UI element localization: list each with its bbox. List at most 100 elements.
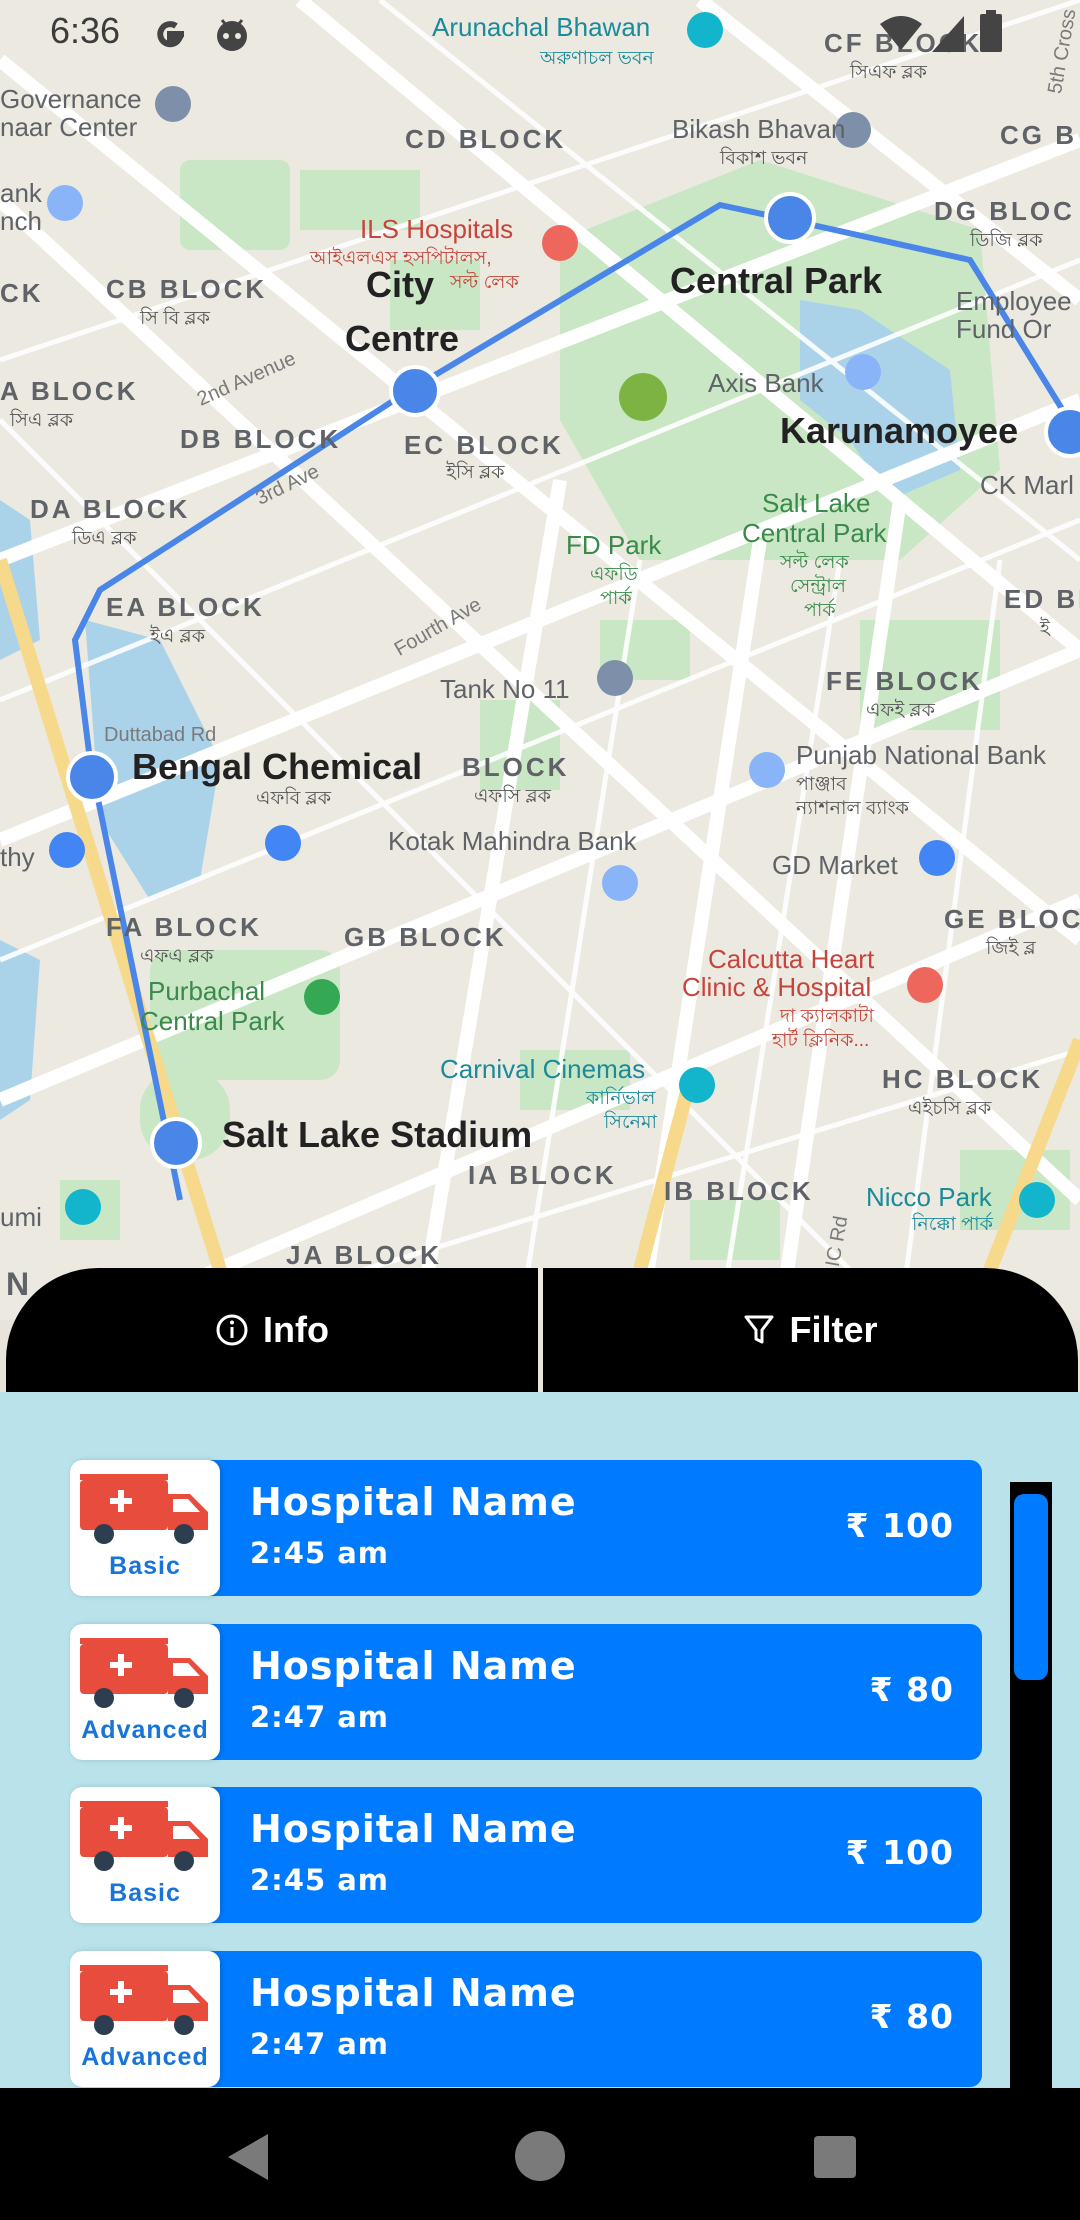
map-label-fd-park-bn-2: পার্ক <box>600 588 632 609</box>
map-label-ia-block: IA BLOCK <box>468 1160 617 1190</box>
map-label-governance-1: Governance <box>0 84 142 114</box>
map-label-block: BLOCK <box>462 752 570 782</box>
service-type-label: Basic <box>109 1879 181 1907</box>
map-label-employee-1: Employee <box>956 286 1072 316</box>
hospital-price: ₹ 80 <box>869 1670 954 1709</box>
map-label-dg-block-bn: ডিজি ব্লক <box>970 230 1043 251</box>
map-label-purbachal-2: Central Park <box>140 1006 285 1036</box>
map-label-da-block-bn: ডিএ ব্লক <box>72 528 137 549</box>
map-label-ils-hospitals-bn-2: সল্ট লেক <box>450 272 519 293</box>
map-label-bengal-chemical-bn: এফবি ব্লক <box>256 788 332 809</box>
hospital-time: 2:45 am <box>250 1536 390 1570</box>
hospital-time: 2:47 am <box>250 1700 390 1734</box>
signal-icon <box>932 16 964 52</box>
status-time: 6:36 <box>50 10 121 51</box>
map-label-ck: CK <box>0 278 44 308</box>
ambulance-icon <box>80 1801 208 1871</box>
map-view[interactable]: Arunachal Bhawan অরুণাচল ভবন CF BLOCK সি… <box>0 0 1080 1320</box>
hospital-name: Hospital Name <box>250 1971 577 2015</box>
map-label-bank-1: ank <box>0 178 42 208</box>
map-label-kotak: Kotak Mahindra Bank <box>388 826 637 856</box>
map-label-calcutta-heart-bn-2: হার্ট ক্লিনিক... <box>772 1030 870 1051</box>
hospital-name: Hospital Name <box>250 1480 577 1524</box>
recents-icon[interactable] <box>814 2136 856 2178</box>
ambulance-icon <box>80 1638 208 1708</box>
wifi-icon <box>880 16 922 50</box>
home-icon[interactable] <box>514 2130 566 2182</box>
hospital-price: ₹ 100 <box>845 1833 954 1872</box>
map-label-hc-block: HC BLOCK <box>882 1064 1044 1094</box>
ambulance-thumbnail: Advanced <box>70 1624 220 1760</box>
map-label-a-block-bn: সিএ ব্লক <box>10 410 74 431</box>
map-label-cb-block: CB BLOCK <box>106 274 268 304</box>
map-label-ge-block: GE BLOC <box>944 904 1080 934</box>
ambulance-thumbnail: Advanced <box>70 1951 220 2087</box>
tab-filter-label: Filter <box>789 1309 878 1350</box>
google-g-icon <box>157 21 185 48</box>
map-label-cd-block: CD BLOCK <box>405 124 567 154</box>
tab-filter[interactable]: Filter <box>543 1268 1078 1392</box>
map-label-ils-hospitals: ILS Hospitals <box>360 214 514 244</box>
info-icon <box>216 1314 248 1346</box>
map-label-ed-block-bn: ই <box>1040 618 1050 639</box>
map-label-governance-2: naar Center <box>0 112 138 142</box>
battery-icon <box>980 10 1002 52</box>
ambulance-icon <box>80 1965 208 2035</box>
map-label-bengal-chemical: Bengal Chemical <box>132 746 423 787</box>
map-label-hc-block-bn: এইচসি ব্লক <box>908 1098 992 1119</box>
map-label-ec-block: EC BLOCK <box>404 430 564 460</box>
hospital-card[interactable]: Advanced Hospital Name 2:47 am ₹ 80 <box>70 1624 982 1760</box>
map-label-fd-park: FD Park <box>566 530 662 560</box>
map-label-ea-block-bn: ইএ ব্লক <box>150 626 205 647</box>
map-label-nicco-park-bn: নিক্কো পার্ক <box>912 1214 993 1235</box>
map-label-gd-market: GD Market <box>772 850 898 880</box>
map-label-salt-lake-cp-2: Central Park <box>742 518 887 548</box>
map-label-salt-lake-cp-1: Salt Lake <box>762 488 871 518</box>
hospital-card[interactable]: Basic Hospital Name 2:45 am ₹ 100 <box>70 1787 982 1923</box>
back-icon[interactable] <box>224 2132 270 2182</box>
map-label-fe-block-bn: এফই ব্লক <box>866 700 935 721</box>
map-label-city-1: City <box>366 264 435 305</box>
map-label-ib-block: IB BLOCK <box>664 1176 814 1206</box>
hospital-card[interactable]: Basic Hospital Name 2:45 am ₹ 100 <box>70 1460 982 1596</box>
ambulance-thumbnail: Basic <box>70 1787 220 1923</box>
scrollbar-thumb[interactable] <box>1014 1494 1048 1680</box>
service-type-label: Basic <box>109 1552 181 1580</box>
map-label-n: N <box>6 1266 33 1302</box>
map-label-salt-lake-stadium: Salt Lake Stadium <box>222 1114 533 1155</box>
map-label-ja-block: JA BLOCK <box>286 1240 442 1270</box>
map-label-nicco-park: Nicco Park <box>866 1182 992 1212</box>
map-label-punjab-national: Punjab National Bank <box>796 740 1047 770</box>
status-bar: 6:36 <box>0 0 1080 68</box>
map-label-duttabad-rd: Duttabad Rd <box>104 724 217 746</box>
map-label-bank-2: nch <box>0 206 42 236</box>
map-label-tank-no-11: Tank No 11 <box>440 674 570 704</box>
map-label-punjab-national-bn-2: ন্যাশনাল ব্যাংক <box>796 798 909 819</box>
map-label-city-2: Centre <box>345 318 460 359</box>
map-label-bikash-bhavan-bn: বিকাশ ভবন <box>720 148 808 169</box>
service-type-label: Advanced <box>81 2043 209 2071</box>
filter-icon <box>744 1315 774 1344</box>
map-label-cb-block-bn: সি বি ব্লক <box>140 308 210 329</box>
hospital-name: Hospital Name <box>250 1807 577 1851</box>
map-label-ed-block: ED BL <box>1004 584 1080 614</box>
hospital-price: ₹ 100 <box>845 1506 954 1545</box>
map-label-dg-block: DG BLOC <box>934 196 1075 226</box>
hospital-card[interactable]: Advanced Hospital Name 2:47 am ₹ 80 <box>70 1951 982 2087</box>
hospital-time: 2:47 am <box>250 2027 390 2061</box>
tab-info-label: Info <box>263 1309 329 1350</box>
service-type-label: Advanced <box>81 1716 209 1744</box>
map-label-da-block: DA BLOCK <box>30 494 191 524</box>
map-label-carnival-1: Carnival Cinemas <box>440 1054 646 1084</box>
hospital-time: 2:45 am <box>250 1863 390 1897</box>
map-label-employee-2: Fund Or <box>956 314 1052 344</box>
map-label-calcutta-heart-2: Clinic & Hospital <box>682 972 872 1002</box>
map-label-fa-block-bn: এফএ ব্লক <box>140 946 214 967</box>
map-label-ec-block-bn: ইসি ব্লক <box>446 462 505 483</box>
map-label-umi: umi <box>0 1202 42 1232</box>
tab-info[interactable]: Info <box>6 1268 538 1392</box>
map-label-ck-market: CK Marl <box>980 470 1074 500</box>
map-label-ge-block-bn: জিই ব্ল <box>986 938 1036 959</box>
map-label-salt-lake-cp-bn-3: পার্ক <box>804 600 836 621</box>
map-label-db-block: DB BLOCK <box>180 424 342 454</box>
